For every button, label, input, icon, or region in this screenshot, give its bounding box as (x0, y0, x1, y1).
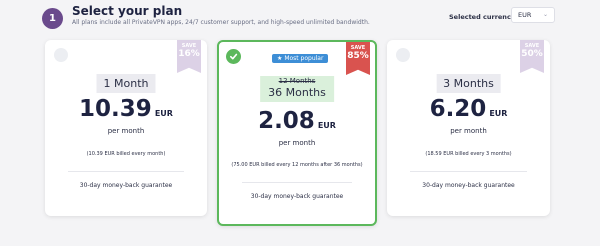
plan-price: 6.20 EUR (387, 96, 550, 122)
price-currency: EUR (317, 121, 336, 130)
plan-duration: 3 Months (436, 74, 501, 93)
plan-price: 2.08 EUR (219, 108, 375, 134)
price-amount: 10.39 (79, 96, 152, 122)
billing-note: (75.00 EUR billed every 12 months after … (231, 162, 363, 168)
divider (68, 171, 184, 172)
save-badge-value: 16% (178, 49, 200, 59)
plan-duration-label: 36 Months (268, 86, 326, 99)
price-currency: EUR (489, 109, 508, 118)
save-badge: SAVE 85% (346, 42, 370, 75)
most-popular-badge: ★ Most popular (272, 54, 329, 63)
save-badge: SAVE 50% (520, 40, 544, 73)
price-period: per month (107, 127, 145, 135)
page-subtitle: All plans include all PrivateVPN apps, 2… (72, 19, 370, 26)
chevron-down-icon: ⌄ (542, 11, 548, 18)
currency-label: Selected currency: (449, 13, 518, 21)
currency-value: EUR (518, 11, 532, 19)
page-title: Select your plan (72, 4, 183, 18)
billing-note: (10.39 EUR billed every month) (86, 151, 166, 157)
plan-duration: 12 Months 36 Months (260, 76, 334, 102)
divider (410, 171, 527, 172)
star-icon: ★ (277, 55, 283, 62)
billing-note: (18.59 EUR billed every 3 months) (425, 151, 512, 157)
plan-card-36-months[interactable]: ★ Most popular SAVE 85% 12 Months 36 Mon… (217, 40, 377, 226)
save-badge-value: 50% (521, 49, 543, 59)
price-amount: 6.20 (429, 96, 487, 122)
step-number-badge: 1 (42, 8, 63, 29)
plan-radio[interactable] (54, 48, 68, 62)
check-icon[interactable] (226, 49, 241, 64)
save-badge: SAVE 16% (177, 40, 201, 73)
money-back-guarantee: 30-day money-back guarantee (422, 182, 515, 189)
price-period: per month (450, 127, 487, 135)
price-amount: 2.08 (258, 108, 315, 134)
plan-duration: 1 Month (96, 74, 156, 93)
plan-card-1-month[interactable]: SAVE 16% 1 Month 10.39 EUR per month (10.… (45, 40, 207, 216)
plan-radio[interactable] (396, 48, 410, 62)
price-period: per month (278, 139, 316, 147)
money-back-guarantee: 30-day money-back guarantee (79, 182, 173, 189)
price-currency: EUR (154, 109, 173, 118)
plan-card-3-months[interactable]: SAVE 50% 3 Months 6.20 EUR per month (18.… (387, 40, 550, 216)
most-popular-label: Most popular (284, 55, 324, 62)
plan-price: 10.39 EUR (45, 96, 207, 122)
money-back-guarantee: 30-day money-back guarantee (250, 193, 344, 200)
currency-select[interactable]: EUR ⌄ (511, 7, 555, 23)
divider (242, 182, 352, 183)
save-badge-value: 85% (347, 51, 369, 61)
original-duration: 12 Months (278, 77, 316, 85)
